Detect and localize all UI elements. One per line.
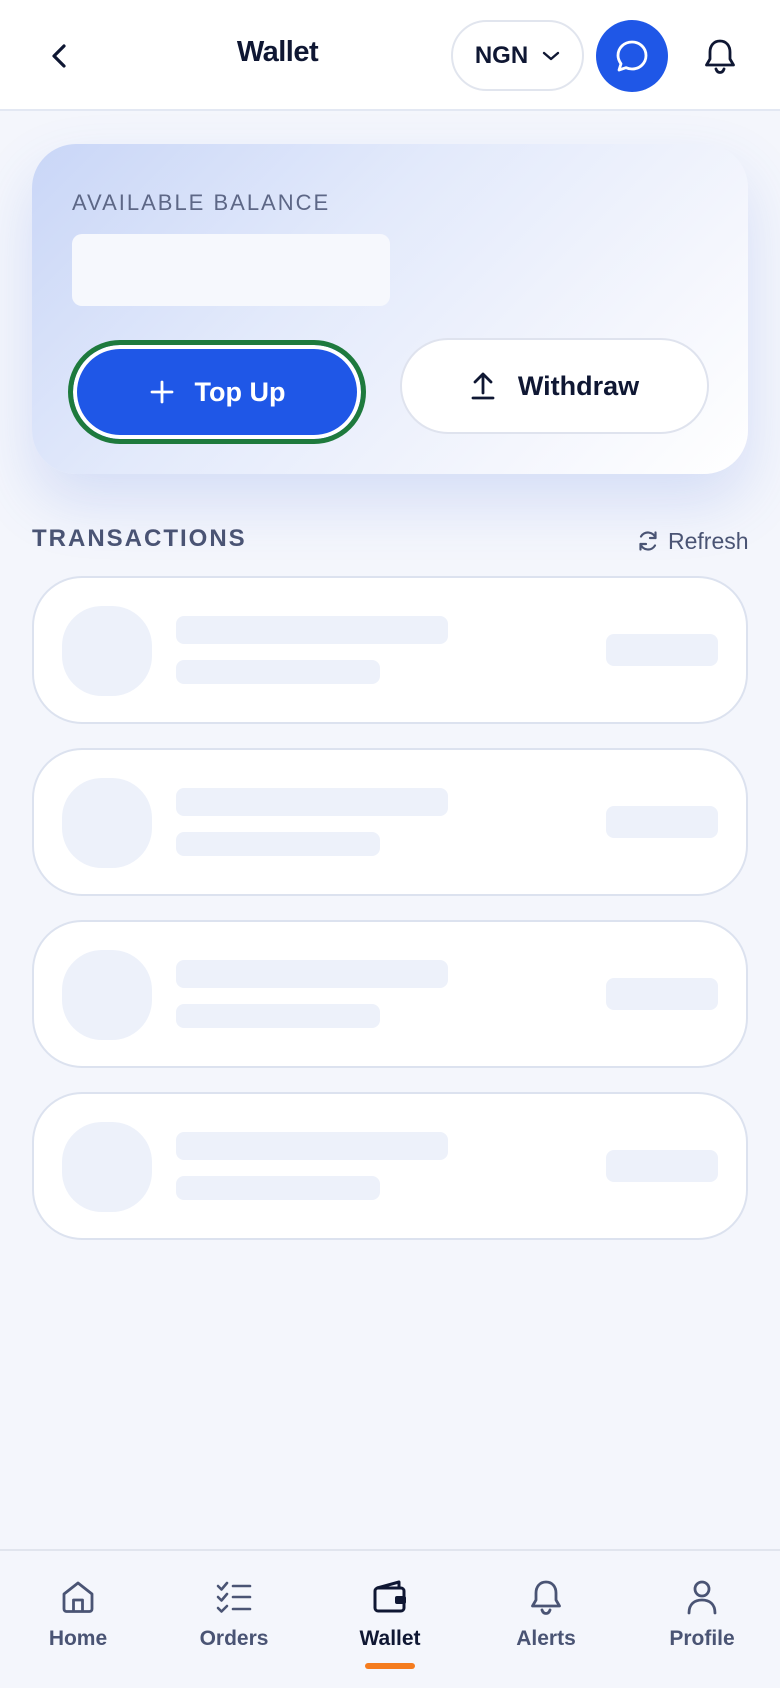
- refresh-label: Refresh: [668, 527, 749, 554]
- page-title: Wallet: [236, 36, 319, 68]
- nav-label: Orders: [199, 1627, 269, 1650]
- transactions-heading: TRANSACTIONS: [32, 525, 247, 552]
- skeleton-amount: [606, 1150, 718, 1182]
- withdraw-button[interactable]: Withdraw: [400, 338, 709, 434]
- currency-selector[interactable]: NGN: [451, 20, 584, 91]
- skeleton-title: [176, 616, 448, 644]
- transaction-skeleton-row: [32, 748, 748, 896]
- nav-label: Wallet: [359, 1627, 421, 1650]
- chevron-down-icon: [542, 51, 560, 60]
- currency-value: NGN: [474, 41, 529, 69]
- chevron-left-icon: [52, 44, 66, 68]
- skeleton-avatar: [62, 1122, 152, 1212]
- nav-label: Home: [48, 1627, 108, 1650]
- checklist-icon: [214, 1577, 254, 1617]
- transactions-list: [32, 576, 748, 1264]
- nav-item-wallet[interactable]: Wallet: [312, 1551, 468, 1688]
- skeleton-amount: [606, 978, 718, 1010]
- skeleton-subtitle: [176, 1176, 380, 1200]
- skeleton-amount: [606, 806, 718, 838]
- skeleton-amount: [606, 634, 718, 666]
- withdraw-label: Withdraw: [517, 370, 640, 401]
- skeleton-title: [176, 960, 448, 988]
- transaction-skeleton-row: [32, 576, 748, 724]
- bottom-navigation: Home Orders Wallet Alerts Profile: [0, 1549, 780, 1688]
- nav-item-home[interactable]: Home: [0, 1551, 156, 1688]
- nav-label: Alerts: [516, 1627, 576, 1650]
- refresh-icon: [639, 531, 657, 551]
- skeleton-subtitle: [176, 832, 380, 856]
- top-up-label: Top Up: [194, 376, 286, 407]
- skeleton-title: [176, 788, 448, 816]
- skeleton-avatar: [62, 950, 152, 1040]
- bell-icon: [705, 39, 735, 74]
- top-app-bar: Wallet NGN: [0, 0, 780, 111]
- skeleton-title: [176, 1132, 448, 1160]
- person-icon: [682, 1577, 722, 1617]
- skeleton-avatar: [62, 606, 152, 696]
- skeleton-avatar: [62, 778, 152, 868]
- nav-item-alerts[interactable]: Alerts: [468, 1551, 624, 1688]
- home-icon: [58, 1577, 98, 1617]
- nav-item-orders[interactable]: Orders: [156, 1551, 312, 1688]
- chat-button[interactable]: [596, 20, 668, 92]
- top-up-button[interactable]: Top Up: [68, 340, 366, 444]
- transaction-skeleton-row: [32, 920, 748, 1068]
- wallet-icon: [370, 1577, 410, 1617]
- balance-card: AVAILABLE BALANCE Top Up Withdraw: [32, 144, 748, 474]
- skeleton-subtitle: [176, 1004, 380, 1028]
- skeleton-subtitle: [176, 660, 380, 684]
- refresh-button[interactable]: Refresh: [636, 525, 749, 557]
- balance-label: AVAILABLE BALANCE: [72, 190, 331, 215]
- balance-amount-skeleton: [72, 234, 390, 306]
- active-tab-indicator: [365, 1663, 415, 1669]
- nav-item-profile[interactable]: Profile: [624, 1551, 780, 1688]
- plus-icon: [150, 380, 173, 404]
- chat-bubble-icon: [616, 40, 648, 72]
- upload-icon: [471, 372, 495, 400]
- notifications-button[interactable]: [696, 32, 744, 80]
- transaction-skeleton-row: [32, 1092, 748, 1240]
- nav-label: Profile: [669, 1627, 735, 1650]
- balance-caption-skeleton: [180, 480, 598, 496]
- bell-icon: [526, 1577, 566, 1617]
- back-button[interactable]: [40, 32, 80, 80]
